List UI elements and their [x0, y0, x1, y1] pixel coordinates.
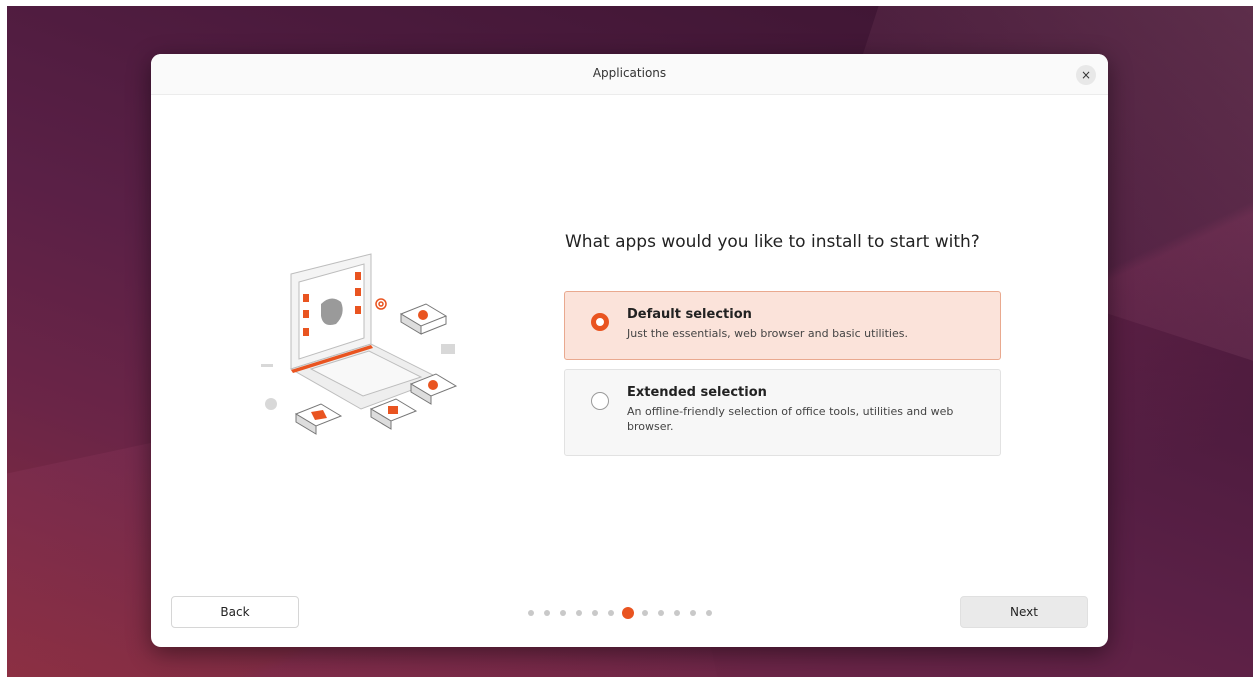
step-dot	[560, 610, 566, 616]
option-description: Just the essentials, web browser and bas…	[627, 327, 908, 340]
step-dot	[658, 610, 664, 616]
radio-selected-icon[interactable]	[591, 313, 609, 331]
step-dot	[576, 610, 582, 616]
option-title: Extended selection	[627, 385, 767, 400]
option-title: Default selection	[627, 307, 752, 322]
step-dot	[642, 610, 648, 616]
step-dot	[528, 610, 534, 616]
page-question: What apps would you like to install to s…	[565, 232, 980, 252]
step-dot	[608, 610, 614, 616]
option-default-selection[interactable]: Default selection Just the essentials, w…	[564, 291, 1001, 360]
option-description: An offline-friendly selection of office …	[627, 405, 954, 433]
laptop-apps-illustration	[261, 253, 458, 435]
next-button[interactable]: Next	[960, 596, 1088, 628]
step-dot	[592, 610, 598, 616]
back-button[interactable]: Back	[171, 596, 299, 628]
title-bar: Applications ×	[151, 54, 1108, 95]
step-indicator	[528, 607, 738, 619]
step-dot	[690, 610, 696, 616]
step-dot	[674, 610, 680, 616]
option-extended-selection[interactable]: Extended selection An offline-friendly s…	[564, 369, 1001, 456]
radio-unselected-icon[interactable]	[591, 392, 609, 410]
step-dot	[706, 610, 712, 616]
close-icon[interactable]: ×	[1076, 65, 1096, 85]
step-dot-active	[622, 607, 634, 619]
window-title: Applications	[592, 66, 667, 80]
installer-window: Applications × What apps would you like …	[151, 54, 1108, 647]
step-dot	[544, 610, 550, 616]
